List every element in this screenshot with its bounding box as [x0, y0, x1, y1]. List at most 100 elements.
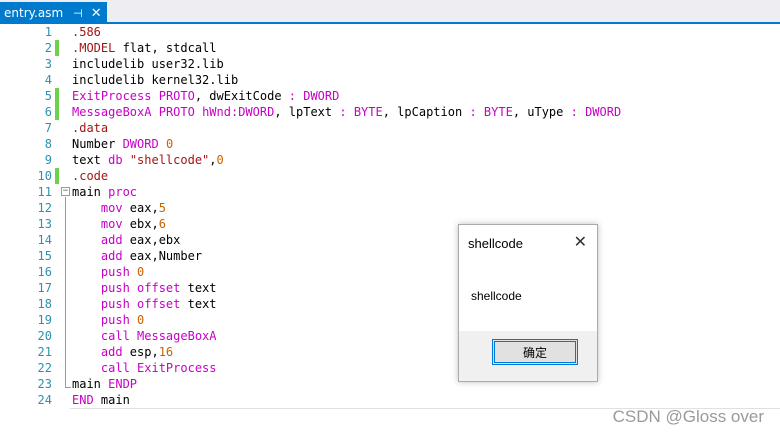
code-line[interactable]: .code [72, 168, 621, 184]
code-token: 0 [216, 153, 224, 167]
change-indicator [54, 264, 60, 280]
pin-icon[interactable]: ⊣ [73, 7, 83, 20]
code-token: .586 [72, 25, 101, 39]
change-indicator [55, 40, 59, 56]
code-token: : [469, 105, 477, 119]
code-token: add [72, 345, 130, 359]
code-token: call [72, 361, 138, 375]
code-line[interactable]: main proc [72, 184, 621, 200]
code-token: "shellcode" [129, 153, 210, 167]
change-indicator [54, 344, 60, 360]
code-line[interactable]: includelib user32.lib [72, 56, 621, 72]
code-token: ebx, [129, 217, 159, 231]
code-line[interactable]: ExitProcess PROTO, dwExitCode : DWORD [72, 88, 621, 104]
change-indicator [54, 72, 60, 88]
collapse-icon[interactable]: − [61, 187, 70, 196]
code-token: hWnd:DWORD [202, 105, 275, 119]
line-number: 9 [44, 153, 52, 167]
code-token: Number [72, 137, 123, 151]
code-token: DWORD [122, 137, 159, 151]
code-token: mov [72, 201, 130, 215]
line-number: 20 [37, 329, 52, 343]
indicator-margin [0, 24, 18, 435]
code-token: , dwExitCode [194, 89, 289, 103]
code-line[interactable]: .data [72, 120, 621, 136]
code-token: DWORD [303, 89, 340, 103]
code-token: flat, stdcall [115, 41, 217, 55]
code-token: push [72, 297, 138, 311]
line-number: 4 [44, 73, 52, 87]
code-line[interactable]: .586 [72, 24, 621, 40]
code-token: BYTE [483, 105, 513, 119]
code-token: main [72, 377, 109, 391]
line-number: 23 [37, 377, 52, 391]
change-indicator [54, 24, 60, 40]
line-number: 12 [37, 201, 52, 215]
code-token: .code [72, 169, 109, 183]
code-token: add [72, 249, 130, 263]
code-token: DWORD [585, 105, 622, 119]
code-token: offset [137, 297, 181, 311]
code-token: 0 [165, 137, 174, 151]
change-indicator [54, 136, 60, 152]
change-indicator [54, 280, 60, 296]
code-token: : [288, 89, 296, 103]
dialog-footer: 确定 [459, 331, 597, 381]
code-token: mov [72, 217, 130, 231]
code-token: MessageBoxA [137, 329, 217, 343]
code-token: : [339, 105, 347, 119]
code-line[interactable]: Number DWORD 0 [72, 136, 621, 152]
tab-title: entry.asm [4, 6, 64, 20]
code-token: 5 [158, 201, 166, 215]
line-number: 2 [44, 41, 52, 55]
dialog-title: shellcode [468, 236, 523, 251]
line-number: 24 [37, 393, 52, 407]
code-line[interactable]: text db "shellcode",0 [72, 152, 621, 168]
change-indicator [55, 168, 59, 184]
code-token: END [72, 393, 94, 407]
code-token: eax, [129, 201, 159, 215]
code-token: call [72, 329, 138, 343]
line-number: 14 [37, 233, 52, 247]
code-line[interactable]: includelib kernel32.lib [72, 72, 621, 88]
code-token: text [180, 281, 217, 295]
line-number: 21 [37, 345, 52, 359]
code-token: eax,ebx [129, 233, 181, 247]
code-token: 6 [158, 217, 166, 231]
close-icon[interactable]: ✕ [91, 6, 102, 21]
code-token: add [72, 233, 130, 247]
line-number: 13 [37, 217, 52, 231]
code-token: ENDP [108, 377, 138, 391]
code-token: PROTO [158, 89, 195, 103]
code-token: push [72, 313, 138, 327]
code-token: esp, [129, 345, 159, 359]
code-token: main [93, 393, 130, 407]
line-number: 8 [44, 137, 52, 151]
change-indicator [54, 296, 60, 312]
line-number: 7 [44, 121, 52, 135]
code-line[interactable]: END main [72, 392, 621, 408]
code-token: , [209, 153, 217, 167]
code-token: : [570, 105, 578, 119]
ok-button[interactable]: 确定 [492, 339, 578, 365]
dialog-message: shellcode [471, 289, 522, 303]
code-token: push [72, 265, 138, 279]
code-token: includelib kernel32.lib [72, 73, 239, 87]
code-line[interactable]: .MODEL flat, stdcall [72, 40, 621, 56]
code-token: offset [137, 281, 181, 295]
close-icon[interactable]: ✕ [574, 232, 587, 251]
line-number: 18 [37, 297, 52, 311]
code-line[interactable]: mov eax,5 [72, 200, 621, 216]
code-token: text [180, 297, 217, 311]
code-token: 0 [137, 265, 145, 279]
code-line[interactable]: MessageBoxA PROTO hWnd:DWORD, lpText : B… [72, 104, 621, 120]
change-indicator [54, 200, 60, 216]
tab-entry-asm[interactable]: entry.asm ⊣ ✕ [0, 2, 107, 24]
code-token: push [72, 281, 138, 295]
change-indicator [54, 392, 60, 408]
